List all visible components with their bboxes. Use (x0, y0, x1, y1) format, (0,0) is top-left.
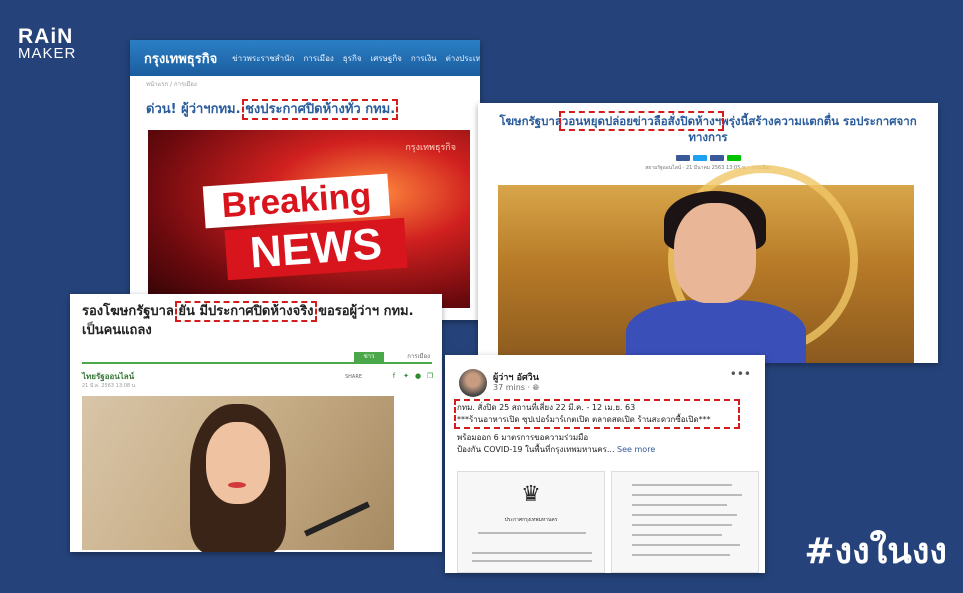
share-label: SHARE (345, 374, 362, 380)
text-line (632, 534, 722, 536)
spokesperson-photo (498, 165, 914, 363)
text-line (632, 554, 730, 556)
news-banner: NEWS (224, 217, 408, 281)
globe-icon: 🌐︎ (532, 383, 540, 392)
twitter-share-button[interactable] (692, 155, 707, 161)
spokesperson-photo (82, 396, 394, 552)
image-watermark: กรุงเทพธุรกิจ (405, 143, 456, 153)
hashtag-caption: #งงในงง (804, 531, 947, 572)
headline-text-rest: พรุ่งนี้สร้างความแตกตื่น รอประกาศจากทางก… (688, 114, 917, 144)
facebook-share-button[interactable] (675, 155, 690, 161)
see-more-link[interactable]: See more (617, 445, 655, 454)
nav-item[interactable]: ธุรกิจ (343, 52, 362, 65)
post-line: ป้องกัน COVID-19 ในพื้นที่กรุงเทพมหานคร.… (457, 445, 615, 454)
text-line (632, 484, 732, 486)
nav-item[interactable]: เศรษฐกิจ (371, 52, 402, 65)
person-face (206, 422, 270, 504)
nav-item[interactable]: การเมือง (303, 52, 333, 65)
post-line: พร้อมออก 6 มาตรการขอความร่วมมือ (457, 433, 589, 442)
headline-text: รองโฆษกรัฐบาล (82, 304, 174, 319)
person-body (626, 300, 806, 363)
site-logo[interactable]: กรุงเทพธุรกิจ (144, 48, 217, 69)
post-time-text: 37 mins (493, 383, 525, 392)
tab-politics[interactable]: การเมือง (407, 352, 430, 362)
text-line (478, 532, 586, 534)
line-icon[interactable]: ● (414, 372, 422, 380)
article-headline: รองโฆษกรัฐบาล ยัน มีประกาศปิดห้างจริง ขอ… (70, 294, 442, 340)
text-line (632, 514, 737, 516)
headline-text: ด่วน! ผู้ว่าฯกทม. (146, 102, 241, 117)
more-options-icon[interactable]: ••• (730, 367, 751, 381)
category-tabs: ข่าว การเมือง (82, 352, 432, 364)
site-navbar: กรุงเทพธุรกิจ ข่าวพระราชสำนัก การเมือง ธ… (130, 40, 480, 76)
text-line (632, 524, 732, 526)
highlighted-claim: ยัน มีประกาศปิดห้างจริง (175, 301, 317, 322)
article-headline: ด่วน! ผู้ว่าฯกทม. ชงประกาศปิดห้างทั่ว กท… (130, 92, 480, 125)
text-line (632, 494, 742, 496)
post-line-wrap: ป้องกัน COVID-19 ในพื้นที่กรุงเทพมหานคร.… (457, 444, 737, 456)
highlighted-claim: วอนหยุดปล่อยข่าวลือสั่งปิดห้างฯ (558, 111, 725, 131)
avatar[interactable] (459, 369, 487, 397)
post-text: กทม. สั่งปิด 25 สถานที่เสี่ยง 22 มี.ค. -… (454, 399, 740, 456)
share-buttons (478, 155, 938, 161)
nav-item[interactable]: ข่าวพระราชสำนัก (232, 52, 294, 65)
highlighted-claim: กทม. สั่งปิด 25 สถานที่เสี่ยง 22 มี.ค. -… (454, 399, 740, 429)
news-screenshot-krungthep: กรุงเทพธุรกิจ ข่าวพระราชสำนัก การเมือง ธ… (130, 40, 480, 320)
article-meta: สยามรัฐออนไลน์ · 21 มีนาคม 2563 13:05 น.… (645, 165, 771, 171)
article-headline: โฆษกรัฐบาลวอนหยุดปล่อยข่าวลือสั่งปิดห้าง… (478, 103, 938, 149)
post-author[interactable]: ผู้ว่าฯ อัศวิน (493, 370, 539, 384)
facebook-icon[interactable]: f (390, 372, 398, 380)
rainmaker-logo: RAiN MAKER (18, 25, 77, 62)
text-line (632, 544, 740, 546)
post-line: กทม. สั่งปิด 25 สถานที่เสี่ยง 22 มี.ค. -… (457, 403, 636, 412)
garuda-emblem-icon: ♛ (521, 482, 541, 507)
post-line: ***ร้านอาหารเปิด ซุปเปอร์มาร์เกตเปิด ตลา… (457, 415, 711, 424)
person-face (674, 203, 756, 303)
nav-item[interactable]: ต่างประเทศ (446, 52, 480, 65)
headline-text: โฆษกรัฐบาล (499, 114, 562, 128)
facebook-like-button[interactable] (709, 155, 724, 161)
share-icons: f ✦ ● ❐ (390, 372, 434, 380)
tab-news[interactable]: ข่าว (354, 352, 384, 362)
attached-document-image[interactable] (611, 471, 759, 573)
news-screenshot-thairath: รองโฆษกรัฐบาล ยัน มีประกาศปิดห้างจริง ขอ… (70, 294, 442, 552)
attached-document-image[interactable]: ♛ ประกาศกรุงเทพมหานคร (457, 471, 605, 573)
person-lips (228, 482, 246, 488)
post-time: 37 mins · 🌐︎ (493, 383, 540, 392)
logo-line1: RAiN (18, 25, 74, 48)
document-title: ประกาศกรุงเทพมหานคร (504, 517, 558, 523)
text-line (632, 504, 727, 506)
twitter-icon[interactable]: ✦ (402, 372, 410, 380)
breaking-news-image: กรุงเทพธุรกิจ Breaking NEWS (148, 130, 470, 308)
logo-line2: MAKER (18, 45, 77, 62)
breadcrumb: หน้าแรก / การเมือง (146, 81, 197, 88)
line-share-button[interactable] (726, 155, 741, 161)
text-line (472, 552, 592, 554)
copy-icon[interactable]: ❐ (426, 372, 434, 380)
highlighted-claim: ชงประกาศปิดห้างทั่ว กทม. (242, 99, 399, 120)
facebook-post-governor: ผู้ว่าฯ อัศวิน 37 mins · 🌐︎ ••• กทม. สั่… (445, 355, 765, 573)
news-screenshot-spokesperson: โฆษกรัฐบาลวอนหยุดปล่อยข่าวลือสั่งปิดห้าง… (478, 103, 938, 363)
microphone (304, 501, 370, 537)
text-line (472, 560, 592, 562)
source-date: 21 มี.ค. 2563 13:08 น. (82, 383, 137, 389)
nav-item[interactable]: การเงิน (411, 52, 437, 65)
